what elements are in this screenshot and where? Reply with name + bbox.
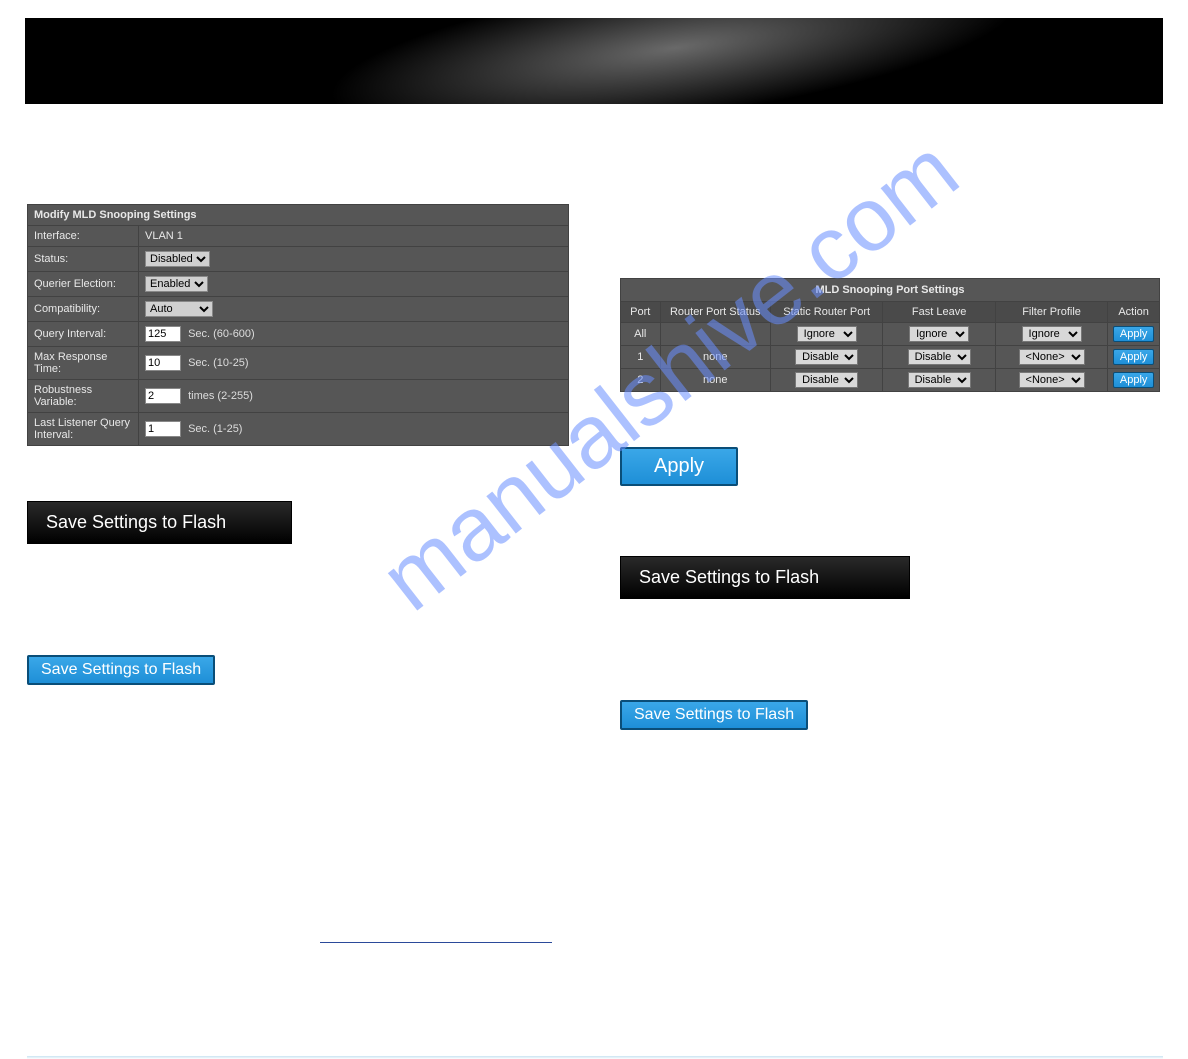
compat-label: Compatibility: — [28, 297, 138, 321]
port-settings-title: MLD Snooping Port Settings — [621, 279, 1159, 301]
port-cell: All — [621, 323, 660, 345]
apply-button[interactable]: Apply — [1113, 349, 1155, 365]
table-row: 1 none Disable Disable <None> Apply — [621, 346, 1159, 368]
qi-label: Query Interval: — [28, 322, 138, 346]
llqi-label: Last Listener Query Interval: — [28, 413, 138, 445]
port-cell: 2 — [621, 369, 660, 391]
static-router-select[interactable]: Ignore — [797, 326, 857, 342]
filter-profile-select[interactable]: <None> — [1019, 349, 1085, 365]
qi-input[interactable] — [145, 326, 181, 342]
router-status-cell: none — [661, 369, 770, 391]
filter-profile-select[interactable]: <None> — [1019, 372, 1085, 388]
router-status-cell — [661, 323, 770, 345]
fast-leave-select[interactable]: Ignore — [909, 326, 969, 342]
rv-label: Robustness Variable: — [28, 380, 138, 412]
mrt-hint: Sec. (10-25) — [188, 357, 249, 369]
th-action: Action — [1108, 302, 1159, 322]
th-port: Port — [621, 302, 660, 322]
port-cell: 1 — [621, 346, 660, 368]
th-static-router: Static Router Port — [771, 302, 882, 322]
rv-hint: times (2-255) — [188, 390, 253, 402]
apply-button[interactable]: Apply — [1113, 326, 1155, 342]
status-label: Status: — [28, 247, 138, 271]
table-row: All Ignore Ignore Ignore Apply — [621, 323, 1159, 345]
compat-select[interactable]: Auto — [145, 301, 213, 317]
interface-value: VLAN 1 — [139, 226, 568, 246]
modify-mld-table: Modify MLD Snooping Settings Interface: … — [27, 204, 569, 446]
port-settings-table: MLD Snooping Port Settings Port Router P… — [620, 278, 1160, 392]
rv-input[interactable] — [145, 388, 181, 404]
mrt-label: Max Response Time: — [28, 347, 138, 379]
table-row: 2 none Disable Disable <None> Apply — [621, 369, 1159, 391]
fast-leave-select[interactable]: Disable — [908, 372, 971, 388]
top-banner — [25, 18, 1163, 104]
divider-line — [320, 942, 552, 943]
save-flash-button-left[interactable]: Save Settings to Flash — [27, 655, 215, 685]
th-filter-profile: Filter Profile — [996, 302, 1107, 322]
interface-label: Interface: — [28, 226, 138, 246]
save-flash-black-right: Save Settings to Flash — [620, 556, 910, 599]
th-router-status: Router Port Status — [661, 302, 770, 322]
static-router-select[interactable]: Disable — [795, 349, 858, 365]
modify-mld-title: Modify MLD Snooping Settings — [28, 205, 568, 225]
static-router-select[interactable]: Disable — [795, 372, 858, 388]
th-fast-leave: Fast Leave — [883, 302, 994, 322]
apply-button[interactable]: Apply — [1113, 372, 1155, 388]
mrt-input[interactable] — [145, 355, 181, 371]
llqi-input[interactable] — [145, 421, 181, 437]
router-status-cell: none — [661, 346, 770, 368]
status-select[interactable]: Disabled — [145, 251, 210, 267]
filter-profile-select[interactable]: Ignore — [1022, 326, 1082, 342]
llqi-hint: Sec. (1-25) — [188, 423, 242, 435]
apply-big-button[interactable]: Apply — [620, 447, 738, 486]
qi-hint: Sec. (60-600) — [188, 328, 255, 340]
fast-leave-select[interactable]: Disable — [908, 349, 971, 365]
querier-select[interactable]: Enabled — [145, 276, 208, 292]
save-flash-black-left: Save Settings to Flash — [27, 501, 292, 544]
save-flash-button-right[interactable]: Save Settings to Flash — [620, 700, 808, 730]
querier-label: Querier Election: — [28, 272, 138, 296]
